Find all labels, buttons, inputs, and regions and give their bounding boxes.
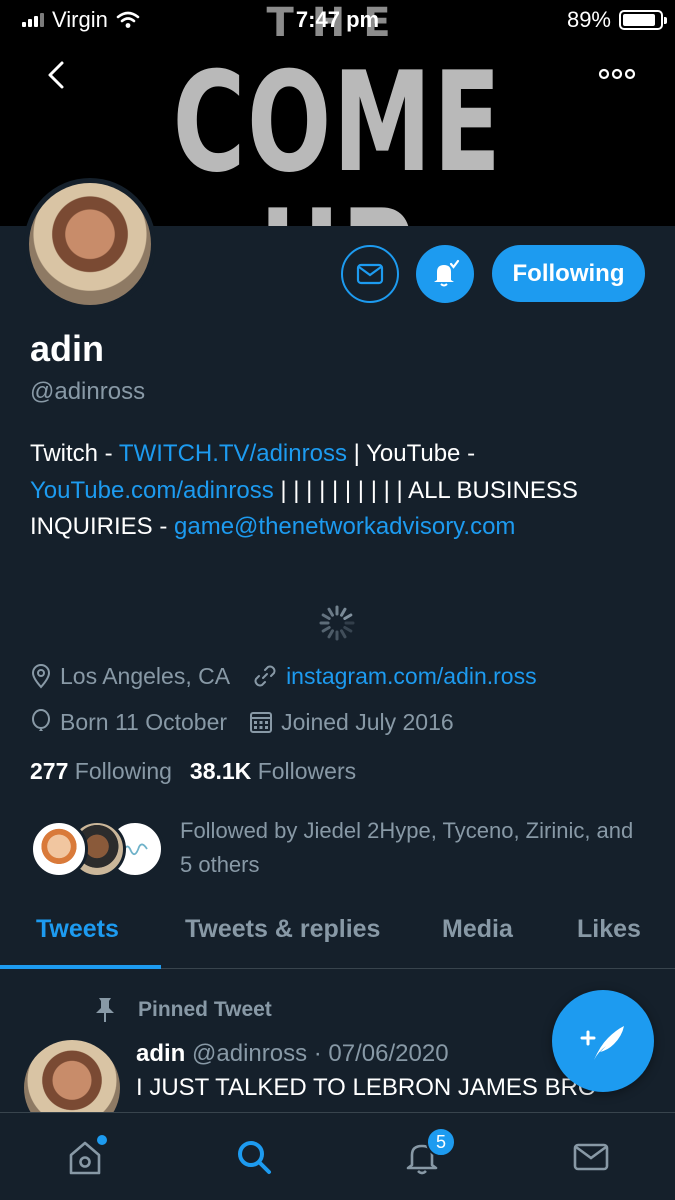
following-count: 277 xyxy=(30,758,69,784)
bio-text: Twitch - xyxy=(30,440,119,467)
following-count-link[interactable]: 277 Following xyxy=(30,758,172,785)
compose-tweet-button[interactable] xyxy=(552,990,654,1092)
bottom-navigation: 5 xyxy=(0,1112,675,1200)
search-icon xyxy=(238,1141,271,1174)
notification-count-badge: 5 xyxy=(426,1127,456,1157)
battery-percent: 89% xyxy=(566,7,611,32)
location-item: Los Angeles, CA xyxy=(30,663,230,690)
compose-feather-icon xyxy=(580,1026,624,1060)
spinner-tick xyxy=(343,613,353,620)
pinned-label-row: Pinned Tweet xyxy=(92,996,272,1024)
following-label: Following xyxy=(74,758,172,784)
birthday-text: Born 11 October xyxy=(60,708,228,735)
profile-bio: Twitch - TWITCH.TV/adinross | YouTube - … xyxy=(30,436,640,546)
notifications-toggle-button[interactable] xyxy=(416,245,474,303)
more-icon xyxy=(598,68,636,80)
website-item[interactable]: instagram.com/adin.ross xyxy=(252,663,537,690)
calendar-icon xyxy=(250,712,273,733)
nav-home[interactable] xyxy=(63,1135,107,1179)
followers-label: Followers xyxy=(257,758,357,784)
signal-icon xyxy=(22,13,44,27)
avatar xyxy=(30,820,88,878)
spinner-tick xyxy=(340,629,347,639)
battery-icon xyxy=(619,10,667,30)
spinner-tick xyxy=(343,626,353,633)
spinner-tick xyxy=(321,613,331,620)
profile-meta-row: Born 11 October Joined July 2016 xyxy=(30,706,476,738)
carrier-name: Virgin xyxy=(52,7,108,32)
home-unread-dot xyxy=(97,1135,107,1145)
tweet-header: adin @adinross · 07/06/2020 xyxy=(136,1040,449,1068)
more-options-button[interactable] xyxy=(597,64,637,84)
pinned-label: Pinned Tweet xyxy=(138,998,272,1021)
following-button[interactable]: Following xyxy=(492,245,645,302)
chevron-left-icon xyxy=(48,61,64,89)
followers-count-link[interactable]: 38.1K Followers xyxy=(190,758,356,785)
spinner-tick xyxy=(321,626,331,633)
joined-item: Joined July 2016 xyxy=(249,709,454,736)
link-icon xyxy=(254,665,276,687)
status-bar: Virgin 7:47 pm 89% xyxy=(0,0,675,40)
tweet-author-name[interactable]: adin xyxy=(136,1040,185,1067)
bio-link-twitch[interactable]: TWITCH.TV/adinross xyxy=(119,440,347,467)
profile-name: adin xyxy=(30,328,105,369)
nav-notifications[interactable]: 5 xyxy=(400,1127,456,1179)
bell-check-icon xyxy=(434,259,460,287)
bio-text: | YouTube - xyxy=(346,440,476,467)
profile-avatar[interactable] xyxy=(29,183,151,305)
back-button[interactable] xyxy=(40,58,74,92)
tab-tweets-replies[interactable]: Tweets & replies xyxy=(185,915,380,944)
status-right: 89% xyxy=(566,7,667,33)
profile-avatar-frame[interactable] xyxy=(24,178,156,310)
status-left: Virgin xyxy=(22,7,140,33)
tweet-meta: @adinross · 07/06/2020 xyxy=(192,1040,449,1067)
follow-counts: 277 Following 38.1K Followers xyxy=(30,758,356,785)
mail-icon xyxy=(573,1143,609,1171)
joined-text: Joined July 2016 xyxy=(281,708,454,735)
spinner-tick xyxy=(340,607,347,617)
followers-count: 38.1K xyxy=(189,758,252,784)
profile-tabs: Tweets Tweets & replies Media Likes xyxy=(0,905,675,969)
tab-tweets[interactable]: Tweets xyxy=(36,915,119,944)
spinner-tick xyxy=(327,607,334,617)
wifi-icon xyxy=(116,11,140,28)
bio-link-email[interactable]: game@thenetworkadvisory.com xyxy=(174,513,515,540)
balloon-icon xyxy=(32,709,50,731)
location-text: Los Angeles, CA xyxy=(60,662,231,689)
spinner-tick xyxy=(327,629,334,639)
nav-search[interactable] xyxy=(232,1135,276,1179)
profile-meta-row: Los Angeles, CA instagram.com/adin.ross xyxy=(30,660,559,692)
bio-link-youtube[interactable]: YouTube.com/adinross xyxy=(30,477,274,504)
birthday-item: Born 11 October xyxy=(30,709,227,736)
message-button[interactable] xyxy=(341,245,399,303)
followed-by-text[interactable]: Followed by Jiedel 2Hype, Tyceno, Zirini… xyxy=(180,814,650,882)
nav-messages[interactable] xyxy=(569,1135,613,1179)
tab-media[interactable]: Media xyxy=(442,915,513,944)
location-pin-icon xyxy=(31,664,51,689)
active-tab-indicator xyxy=(0,965,161,969)
loading-spinner-icon xyxy=(319,605,355,641)
pin-icon xyxy=(96,998,114,1022)
website-link[interactable]: instagram.com/adin.ross xyxy=(286,663,537,690)
mail-icon xyxy=(356,263,384,285)
mutual-followers-avatars[interactable] xyxy=(30,820,164,880)
profile-handle: @adinross xyxy=(30,378,146,405)
tab-likes[interactable]: Likes xyxy=(577,915,641,944)
banner-text-title: COME UP xyxy=(172,42,503,227)
